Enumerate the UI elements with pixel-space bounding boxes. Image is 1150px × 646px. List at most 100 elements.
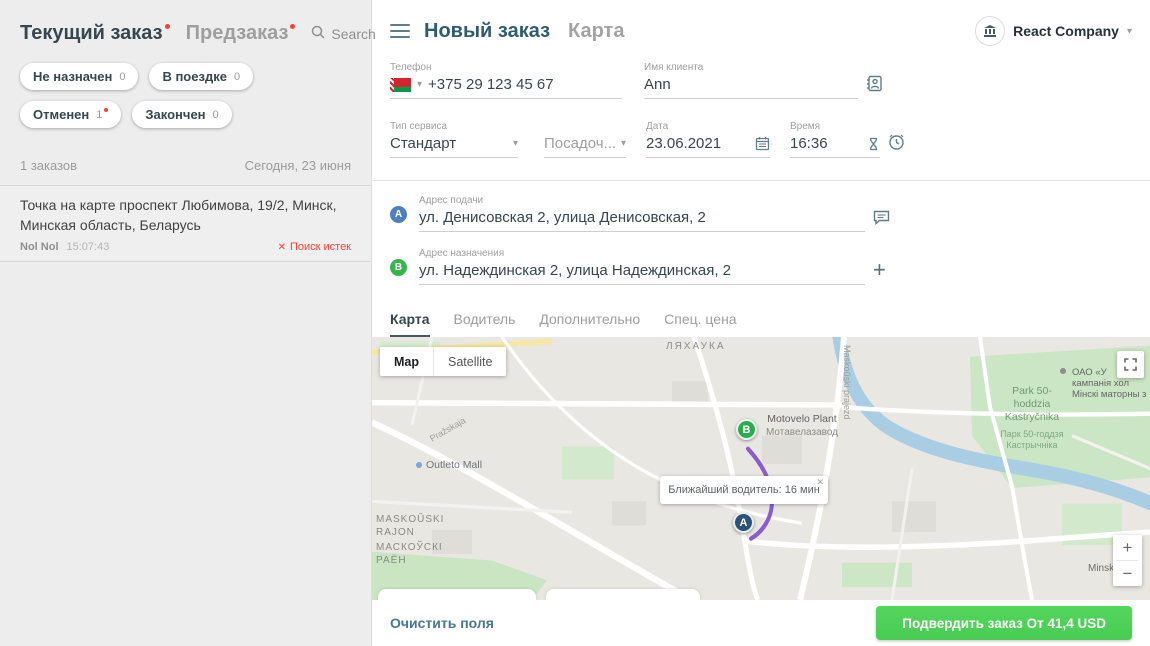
service-type-label: Тип сервиса: [390, 121, 448, 132]
tab-preorder[interactable]: Предзаказ: [186, 22, 296, 45]
pickup-address-input[interactable]: [419, 209, 865, 226]
phone-input[interactable]: [428, 76, 622, 93]
order-client-name: Nol Nol: [20, 241, 59, 254]
fullscreen-button[interactable]: [1117, 351, 1144, 378]
filter-in-trip[interactable]: В поездке 0: [149, 63, 254, 90]
order-time: 15:07:43: [66, 241, 110, 254]
form-row-service: Тип сервиса ▾ ▾ Дата: [390, 121, 1132, 158]
map-marker-pickup-a[interactable]: A: [733, 512, 754, 533]
search-button[interactable]: Search: [311, 25, 376, 42]
filter-count: 1: [96, 108, 103, 121]
tab-additional[interactable]: Дополнительно: [539, 311, 640, 337]
orders-meta-row: 1 заказов Сегодня, 23 июня: [0, 158, 371, 173]
order-form: Телефон ▾ Имя клиента Тип сервиса: [372, 50, 1150, 158]
client-name-input[interactable]: [644, 76, 858, 93]
filter-finished[interactable]: Закончен 0: [132, 101, 232, 128]
schedule-clock-icon[interactable]: [888, 134, 905, 151]
time-input[interactable]: [790, 135, 861, 152]
main-header: Новый заказ Карта React Company ▾: [372, 0, 1150, 50]
close-icon[interactable]: ✕: [816, 477, 824, 488]
destination-address-row: B Адрес назначения +: [372, 248, 1150, 285]
pickup-address-field: Адрес подачи: [419, 195, 865, 232]
phone-label: Телефон: [390, 62, 432, 73]
destination-address-label: Адрес назначения: [419, 248, 505, 259]
destination-address-field: Адрес назначения: [419, 248, 865, 285]
company-menu[interactable]: React Company ▾: [975, 16, 1132, 46]
bottom-sheet-card: [546, 589, 700, 600]
date-field: Дата: [646, 121, 770, 158]
filter-count: 0: [212, 108, 219, 121]
service-type-field: Тип сервиса ▾: [390, 121, 518, 158]
close-icon: ✕: [277, 241, 286, 253]
tab-map-header[interactable]: Карта: [568, 20, 624, 43]
notification-dot: [164, 24, 170, 29]
map-type-control: Map Satellite: [380, 347, 507, 376]
filter-cancelled[interactable]: Отменен 1: [20, 101, 122, 128]
filter-label: Отменен: [33, 107, 90, 122]
filter-unassigned[interactable]: Не назначен 0: [20, 63, 139, 90]
tab-driver[interactable]: Водитель: [454, 311, 516, 337]
notification-dot: [290, 24, 296, 29]
hourglass-icon[interactable]: [867, 137, 880, 151]
destination-marker-b: B: [390, 259, 407, 276]
tab-current-order[interactable]: Текущий заказ: [20, 22, 170, 45]
orders-sidebar: Текущий заказ Предзаказ Search Не назнач…: [0, 0, 376, 646]
zoom-control: + −: [1113, 535, 1142, 586]
map-canvas[interactable]: ЛЯХАУКА Motovelo Plant Мотавелазавод Out…: [372, 337, 1150, 600]
satellite-view-button[interactable]: Satellite: [433, 347, 507, 376]
order-address: Точка на карте проспект Любимова, 19/2, …: [20, 197, 337, 233]
map-marker-destination-b[interactable]: B: [736, 419, 757, 440]
contacts-book-icon[interactable]: [866, 75, 883, 92]
detail-tabs: Карта Водитель Дополнительно Спец. цена: [372, 311, 1150, 337]
date-input[interactable]: [646, 135, 749, 152]
date-label: Дата: [646, 121, 669, 132]
service-type-select[interactable]: [390, 135, 507, 152]
search-label: Search: [331, 25, 376, 42]
chevron-down-icon[interactable]: ▾: [621, 138, 626, 149]
filter-count: 0: [233, 70, 241, 83]
calendar-icon[interactable]: [755, 136, 770, 151]
chevron-down-icon[interactable]: ▾: [417, 79, 422, 90]
company-logo-icon: [975, 16, 1006, 46]
orders-count: 1 заказов: [20, 158, 78, 173]
filter-label: Не назначен: [33, 69, 113, 84]
notification-dot: [104, 108, 109, 112]
chevron-down-icon[interactable]: ▾: [513, 138, 518, 149]
zoom-out-button[interactable]: −: [1113, 561, 1142, 586]
tab-special-price[interactable]: Спец. цена: [664, 311, 736, 337]
phone-field: Телефон ▾: [390, 62, 622, 99]
main-panel: Новый заказ Карта React Company ▾ Телефо…: [372, 0, 1150, 646]
sidebar-header: Текущий заказ Предзаказ Search: [0, 0, 376, 45]
chevron-down-icon: ▾: [1126, 25, 1132, 37]
filter-label: В поездке: [162, 69, 227, 84]
pickup-marker-a: A: [390, 206, 407, 223]
zoom-in-button[interactable]: +: [1113, 535, 1142, 560]
comment-icon[interactable]: [873, 209, 890, 225]
filter-count: 0: [119, 70, 126, 83]
destination-address-input[interactable]: [419, 262, 865, 279]
nearest-driver-text: Ближайший водитель: 16 мин: [668, 484, 820, 496]
search-icon: [311, 25, 325, 42]
clear-fields-button[interactable]: Очистить поля: [390, 615, 494, 631]
boarding-field: ▾: [544, 122, 626, 158]
boarding-select[interactable]: [544, 135, 615, 152]
map-view-button[interactable]: Map: [380, 347, 433, 376]
order-list-item[interactable]: Точка на карте проспект Любимова, 19/2, …: [0, 185, 371, 263]
country-flag-icon[interactable]: [390, 77, 411, 92]
time-field: Время: [790, 121, 880, 158]
nearest-driver-tooltip: Ближайший водитель: 16 мин ✕: [660, 476, 828, 504]
page-title: Новый заказ: [424, 19, 551, 42]
menu-icon[interactable]: [390, 21, 410, 41]
tab-current-order-label: Текущий заказ: [20, 22, 163, 44]
client-name-field: Имя клиента: [644, 62, 858, 99]
tab-preorder-label: Предзаказ: [185, 22, 289, 44]
filter-label: Закончен: [145, 107, 206, 122]
action-bar: Очистить поля Подвердить заказ От 41,4 U…: [372, 600, 1150, 646]
add-stop-icon[interactable]: +: [873, 259, 886, 281]
company-name: React Company: [1013, 23, 1119, 39]
map-tiles: [372, 337, 1150, 600]
tab-map[interactable]: Карта: [390, 311, 430, 337]
section-divider: [372, 180, 1150, 181]
time-label: Время: [790, 121, 821, 132]
confirm-order-button[interactable]: Подвердить заказ От 41,4 USD: [876, 606, 1132, 640]
